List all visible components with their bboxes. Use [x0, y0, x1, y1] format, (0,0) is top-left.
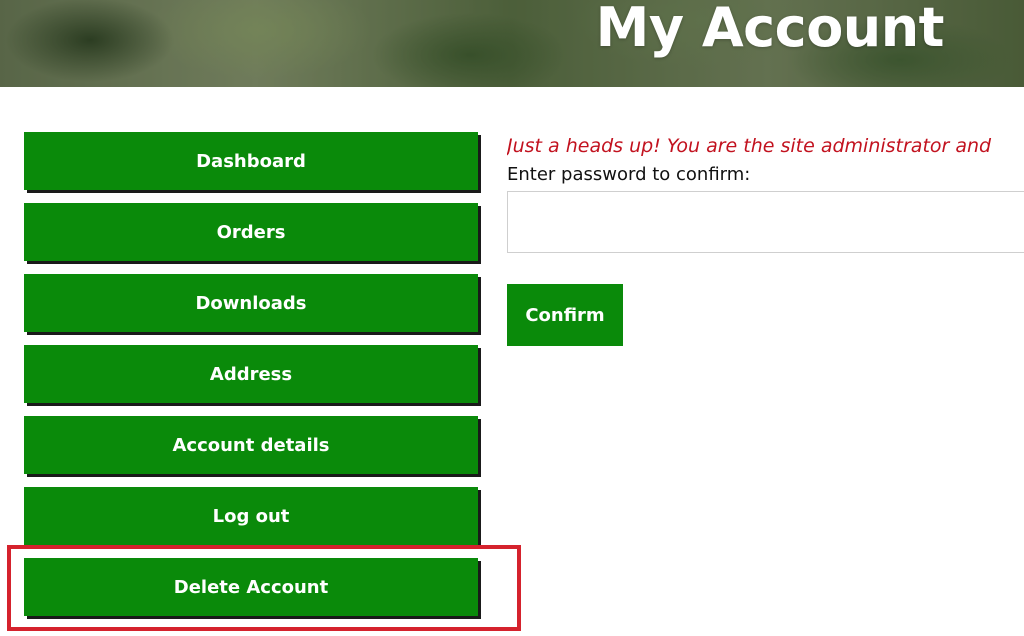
password-label: Enter password to confirm:: [507, 164, 751, 185]
page-title: My Account: [595, 0, 945, 59]
account-navigation: Dashboard Orders Downloads Address Accou…: [24, 132, 480, 629]
nav-item-dashboard[interactable]: Dashboard: [24, 132, 478, 190]
password-input[interactable]: [507, 191, 1024, 253]
nav-item-delete-account[interactable]: Delete Account: [24, 558, 478, 616]
nav-item-log-out[interactable]: Log out: [24, 487, 478, 545]
nav-item-downloads[interactable]: Downloads: [24, 274, 478, 332]
confirm-button[interactable]: Confirm: [507, 284, 623, 346]
hero-banner: My Account: [0, 0, 1024, 87]
nav-item-address[interactable]: Address: [24, 345, 478, 403]
delete-account-form: Just a heads up! You are the site admini…: [507, 132, 1024, 346]
nav-item-orders[interactable]: Orders: [24, 203, 478, 261]
nav-item-account-details[interactable]: Account details: [24, 416, 478, 474]
admin-warning-notice: Just a heads up! You are the site admini…: [507, 135, 992, 157]
my-account-page: My Account Dashboard Orders Downloads Ad…: [0, 0, 1024, 636]
